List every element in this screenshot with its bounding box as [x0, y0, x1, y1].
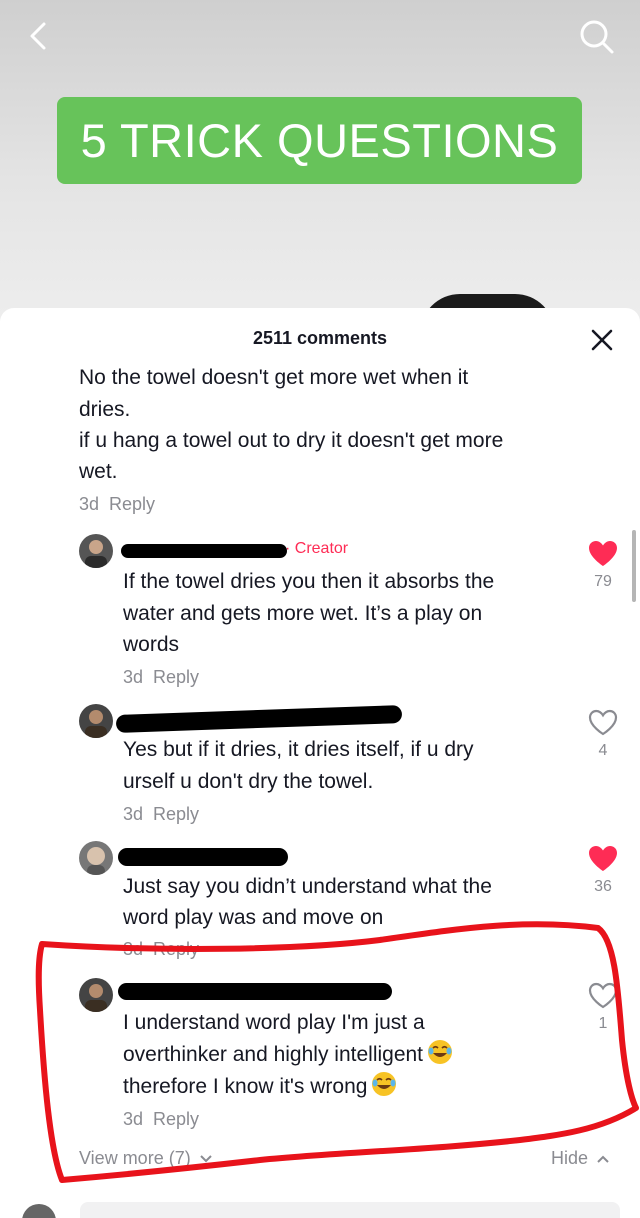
comment-meta: 3d Reply	[79, 494, 155, 515]
comment-text-line: If the towel dries you then it absorbs t…	[123, 570, 495, 593]
redacted-username	[118, 848, 288, 866]
comment-time: 3d	[123, 1109, 144, 1129]
close-comments-button[interactable]	[588, 326, 616, 354]
comment-time: 3d	[123, 804, 144, 824]
like-count: 79	[594, 573, 612, 590]
comment-text-line: urself u don't dry the towel.	[123, 770, 374, 793]
like-button[interactable]: 4	[587, 709, 619, 760]
avatar[interactable]	[79, 704, 113, 738]
laughing-emoji-icon	[371, 1071, 397, 1097]
comment-time: 3d	[123, 939, 144, 959]
avatar[interactable]	[79, 841, 113, 875]
avatar[interactable]	[79, 534, 113, 568]
comment-meta: 3d Reply	[123, 667, 199, 688]
comment-text-line: wet.	[79, 460, 118, 483]
reply-button[interactable]: Reply	[153, 667, 199, 687]
comment-text-line: dries.	[79, 398, 131, 421]
search-icon	[580, 20, 614, 54]
redacted-username	[115, 705, 403, 733]
comments-header: 2511 comments	[0, 308, 640, 368]
heart-icon	[588, 982, 618, 1009]
close-icon	[591, 329, 613, 351]
like-button[interactable]: 1	[587, 982, 619, 1033]
comment-text-segment: overthinker and highly intelligent	[123, 1043, 424, 1066]
comment-text-line: Yes but if it dries, it dries itself, if…	[123, 738, 474, 761]
comment-time: 3d	[123, 667, 144, 687]
heart-icon	[588, 709, 618, 736]
comments-sheet: 2511 comments No the towel doesn't get m…	[0, 308, 640, 1218]
chevron-up-icon	[597, 1155, 609, 1163]
comment-text-line: therefore I know it's wrong	[123, 1071, 397, 1102]
reply-button[interactable]: Reply	[153, 1109, 199, 1129]
banner-text: 5 TRICK QUESTIONS	[80, 114, 559, 167]
comment-text-line: if u hang a towel out to dry it doesn't …	[79, 429, 504, 452]
comment-count: 2511 comments	[252, 328, 388, 348]
comment-time: 3d	[79, 494, 100, 514]
comment-text-line: No the towel doesn't get more wet when i…	[79, 366, 469, 389]
like-button[interactable]: 36	[587, 845, 619, 896]
hide-replies-button[interactable]: Hide	[551, 1148, 610, 1169]
comment-meta: 3d Reply	[123, 1109, 199, 1130]
like-count: 36	[594, 878, 612, 895]
reply-button[interactable]: Reply	[153, 804, 199, 824]
chevron-left-icon	[30, 22, 46, 50]
heart-icon	[589, 846, 617, 871]
redacted-username	[118, 983, 392, 1000]
hide-label: Hide	[550, 1148, 588, 1168]
like-count: 4	[598, 742, 608, 759]
add-comment-input[interactable]	[80, 1202, 620, 1218]
video-title-banner: 5 TRICK QUESTIONS	[57, 97, 582, 184]
like-button[interactable]: 79	[587, 540, 619, 591]
search-button[interactable]	[574, 14, 618, 58]
comment-text-line: overthinker and highly intelligent	[123, 1039, 453, 1070]
view-more-label: View more (7)	[79, 1148, 191, 1168]
comment-meta: 3d Reply	[123, 804, 199, 825]
laughing-emoji-icon	[427, 1039, 453, 1065]
reply-button[interactable]: Reply	[153, 939, 199, 959]
back-button[interactable]	[16, 14, 60, 58]
comment-text-segment: therefore I know it's wrong	[123, 1075, 368, 1098]
heart-icon	[589, 541, 617, 566]
like-count: 1	[598, 1015, 608, 1032]
avatar[interactable]	[79, 978, 113, 1012]
redacted-username	[121, 544, 287, 558]
creator-badge: · Creator	[285, 540, 349, 557]
view-more-replies-button[interactable]: View more (7)	[79, 1148, 213, 1169]
comment-text-line: Just say you didn’t understand what the	[123, 875, 492, 898]
current-user-avatar	[22, 1204, 56, 1218]
chevron-down-icon	[200, 1155, 212, 1163]
scrollbar[interactable]	[632, 530, 636, 602]
comment-text-line: word play was and move on	[123, 906, 384, 929]
comment-text-line: words	[123, 633, 180, 656]
comment-text-line: water and gets more wet. It’s a play on	[123, 602, 483, 625]
reply-button[interactable]: Reply	[109, 494, 155, 514]
comment-text-line: I understand word play I'm just a	[123, 1011, 425, 1034]
comment-meta: 3d Reply	[123, 939, 199, 960]
